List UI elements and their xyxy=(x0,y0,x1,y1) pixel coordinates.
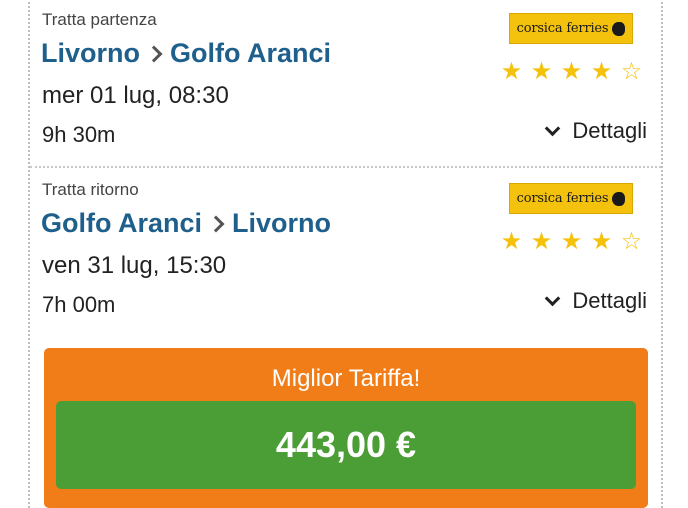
star-full-icon: ★ xyxy=(530,58,553,85)
star-empty-icon: ☆ xyxy=(620,228,643,255)
departure-datetime: mer 01 lug, 08:30 xyxy=(42,82,229,109)
details-toggle[interactable]: Dettagli xyxy=(545,118,647,144)
route-from: Livorno xyxy=(41,38,140,68)
chevron-down-icon xyxy=(545,120,561,136)
return-leg[interactable]: Tratta ritorno Golfo Aranci Livorno ven … xyxy=(30,168,661,338)
star-empty-icon: ☆ xyxy=(620,58,643,85)
star-full-icon: ★ xyxy=(500,58,523,85)
details-label: Dettagli xyxy=(572,288,647,313)
operator-logo-text: corsica ferries xyxy=(516,21,609,36)
route: Livorno Golfo Aranci xyxy=(41,38,331,69)
leg-type-label: Tratta partenza xyxy=(42,10,157,29)
operator-logo: corsica ferries xyxy=(509,183,633,214)
best-fare-label: Miglior Tariffa! xyxy=(271,365,421,392)
moor-head-icon xyxy=(612,191,626,206)
trip-card: Tratta partenza Livorno Golfo Aranci mer… xyxy=(28,0,663,508)
star-full-icon: ★ xyxy=(500,228,523,255)
outbound-leg[interactable]: Tratta partenza Livorno Golfo Aranci mer… xyxy=(30,0,661,168)
operator-logo: corsica ferries xyxy=(509,13,633,44)
details-label: Dettagli xyxy=(572,118,647,143)
trip-duration: 9h 30m xyxy=(42,122,116,147)
departure-datetime: ven 31 lug, 15:30 xyxy=(42,252,227,279)
star-full-icon: ★ xyxy=(530,228,553,255)
rating-stars: ★ ★ ★ ★ ☆ xyxy=(498,230,645,254)
details-toggle[interactable]: Dettagli xyxy=(545,288,647,314)
route-to: Golfo Aranci xyxy=(170,38,332,68)
chevron-down-icon xyxy=(545,290,561,306)
trip-duration: 7h 00m xyxy=(42,292,116,317)
star-full-icon: ★ xyxy=(590,228,613,255)
route-from: Golfo Aranci xyxy=(41,208,203,238)
route: Golfo Aranci Livorno xyxy=(41,208,331,239)
operator-logo-text: corsica ferries xyxy=(516,191,609,206)
leg-type-label: Tratta ritorno xyxy=(42,180,139,199)
price-button[interactable]: 443,00 € xyxy=(56,401,636,489)
best-fare-box: Miglior Tariffa! 443,00 € xyxy=(44,348,648,508)
star-full-icon: ★ xyxy=(560,228,583,255)
chevron-right-icon xyxy=(145,45,163,62)
chevron-right-icon xyxy=(207,215,225,232)
star-full-icon: ★ xyxy=(590,58,613,85)
star-full-icon: ★ xyxy=(560,58,583,85)
route-to: Livorno xyxy=(232,208,332,238)
moor-head-icon xyxy=(612,21,626,36)
rating-stars: ★ ★ ★ ★ ☆ xyxy=(498,60,645,84)
